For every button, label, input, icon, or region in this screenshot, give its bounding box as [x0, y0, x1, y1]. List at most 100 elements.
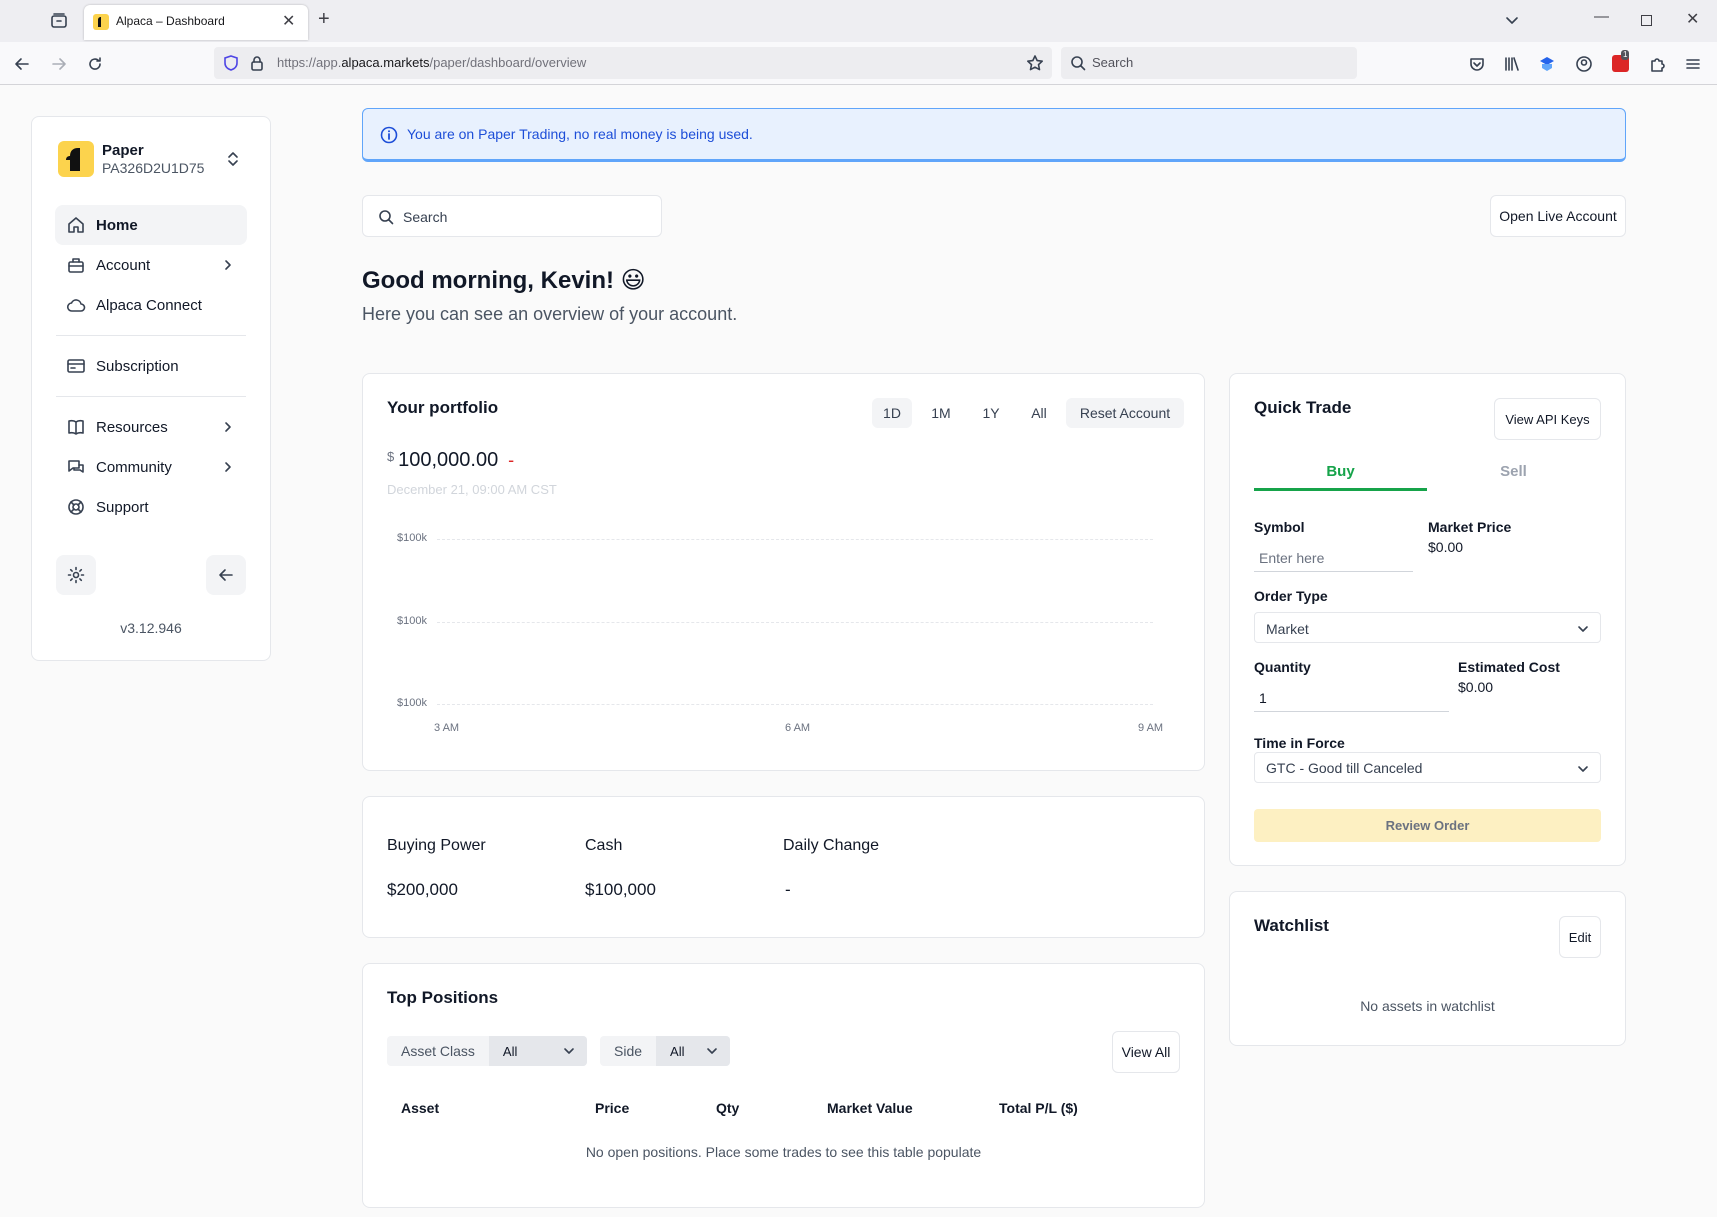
sidebar-item-support[interactable]: Support	[55, 487, 247, 527]
account-icon[interactable]	[1575, 55, 1593, 73]
sidebar-item-home[interactable]: Home	[55, 205, 247, 245]
view-all-button[interactable]: View All	[1112, 1031, 1180, 1073]
briefcase-icon	[68, 258, 84, 273]
watchlist-title: Watchlist	[1254, 916, 1329, 935]
watchlist-empty-message: No assets in watchlist	[1360, 998, 1495, 1014]
edit-watchlist-button[interactable]: Edit	[1559, 916, 1601, 958]
chevron-down-icon	[1578, 626, 1588, 632]
tab-sell-label: Sell	[1500, 463, 1527, 480]
sidebar-item-community[interactable]: Community	[55, 447, 247, 487]
extension-blue-icon[interactable]	[1538, 55, 1556, 73]
back-icon[interactable]	[13, 55, 31, 73]
cash-label: Cash	[585, 837, 623, 854]
sidebar-item-label: Community	[96, 458, 172, 476]
sidebar-item-alpaca-connect[interactable]: Alpaca Connect	[55, 285, 247, 325]
browser-search-placeholder: Search	[1092, 55, 1134, 70]
sidebar-item-account[interactable]: Account	[55, 245, 247, 285]
bookmark-star-icon[interactable]	[1026, 54, 1044, 72]
chart-gridline	[437, 539, 1153, 540]
collapse-sidebar-button[interactable]	[206, 555, 246, 595]
side-select[interactable]: All	[656, 1036, 730, 1066]
sidebar-item-label: Resources	[96, 418, 168, 436]
cash-value: $100,000	[585, 880, 656, 899]
search-icon	[379, 210, 394, 225]
column-header-qty: Qty	[716, 1100, 740, 1116]
settings-button[interactable]	[56, 555, 96, 595]
chevron-right-icon	[225, 260, 231, 270]
x-tick-label: 9 AM	[1138, 722, 1164, 734]
search-input[interactable]: Search	[362, 195, 662, 237]
new-tab-icon[interactable]: +	[318, 8, 330, 31]
sidebar-item-label: Subscription	[96, 357, 179, 375]
symbol-input[interactable]: Enter here	[1254, 542, 1413, 572]
range-1m-button[interactable]: 1M	[916, 398, 966, 428]
library-icon[interactable]	[1503, 55, 1521, 73]
window-close-icon[interactable]: ✕	[1686, 9, 1699, 29]
side-filter[interactable]: Side All	[600, 1036, 730, 1066]
chevron-right-icon	[225, 462, 231, 472]
chart-gridline	[437, 704, 1153, 705]
info-icon	[380, 126, 398, 144]
chart-gridline	[437, 622, 1153, 623]
smiley-emoji-icon: 😃	[620, 267, 646, 294]
y-tick-label: $100k	[397, 697, 427, 709]
alpaca-logo	[58, 141, 94, 177]
lock-icon[interactable]	[250, 55, 264, 71]
range-1d-button[interactable]: 1D	[872, 398, 912, 428]
cloud-icon	[66, 299, 86, 312]
account-switcher-icon[interactable]	[225, 150, 241, 168]
positions-empty-message: No open positions. Place some trades to …	[585, 1144, 982, 1160]
reload-icon[interactable]	[86, 55, 104, 73]
tab-overview-icon[interactable]	[50, 12, 68, 30]
portfolio-change: -	[508, 450, 515, 470]
sidebar-item-subscription[interactable]: Subscription	[55, 346, 247, 386]
maximize-icon[interactable]	[1641, 15, 1652, 26]
portfolio-timestamp: December 21, 09:00 AM CST	[387, 482, 557, 497]
extensions-puzzle-icon[interactable]	[1648, 55, 1666, 73]
tracking-shield-icon[interactable]	[223, 54, 239, 72]
browser-search-bar[interactable]: Search	[1061, 47, 1357, 79]
pocket-icon[interactable]	[1468, 55, 1486, 73]
order-type-value: Market	[1266, 621, 1309, 637]
quantity-value: 1	[1259, 690, 1267, 706]
time-in-force-value: GTC - Good till Canceled	[1266, 760, 1423, 776]
asset-class-filter[interactable]: Asset Class All	[387, 1036, 587, 1066]
daily-change-label: Daily Change	[783, 837, 880, 854]
range-1y-button[interactable]: 1Y	[970, 398, 1012, 428]
tab-buy[interactable]: Buy	[1254, 463, 1427, 491]
sidebar-item-resources[interactable]: Resources	[55, 407, 247, 447]
forward-icon[interactable]	[50, 55, 68, 73]
open-live-account-button[interactable]: Open Live Account	[1490, 195, 1626, 237]
asset-class-select[interactable]: All	[488, 1036, 587, 1066]
chevron-down-icon	[564, 1048, 574, 1054]
range-all-button[interactable]: All	[1016, 398, 1062, 428]
menu-hamburger-icon[interactable]	[1684, 55, 1702, 73]
minimize-icon[interactable]: —	[1594, 8, 1609, 25]
url-bar[interactable]: https://app.alpaca.markets/paper/dashboa…	[214, 47, 1052, 79]
url-text: https://app.alpaca.markets/paper/dashboa…	[277, 55, 587, 70]
browser-tab[interactable]: Alpaca – Dashboard ✕	[84, 5, 308, 40]
view-api-keys-button[interactable]: View API Keys	[1494, 398, 1601, 440]
tab-sell[interactable]: Sell	[1427, 463, 1600, 491]
quantity-input[interactable]: 1	[1254, 682, 1449, 712]
tab-buy-label: Buy	[1326, 463, 1355, 480]
sidebar-item-label: Support	[96, 498, 149, 516]
order-type-select[interactable]: Market	[1254, 612, 1601, 643]
reset-account-button[interactable]: Reset Account	[1066, 398, 1184, 428]
time-in-force-select[interactable]: GTC - Good till Canceled	[1254, 752, 1601, 783]
asset-class-label: Asset Class	[401, 1043, 475, 1059]
greeting-text: Good morning, Kevin!	[362, 267, 614, 294]
balances-card	[362, 796, 1205, 938]
review-order-button[interactable]: Review Order	[1254, 809, 1601, 842]
list-all-tabs-icon[interactable]	[1504, 12, 1520, 28]
gear-icon	[67, 566, 85, 584]
x-tick-label: 3 AM	[434, 722, 460, 734]
side-label: Side	[614, 1043, 643, 1059]
daily-change-value: -	[785, 880, 791, 899]
watchlist-card	[1229, 891, 1626, 1046]
top-positions-title: Top Positions	[387, 988, 499, 1007]
quick-trade-title: Quick Trade	[1254, 398, 1352, 417]
close-tab-icon[interactable]: ✕	[282, 11, 295, 31]
estimated-cost-value: $0.00	[1458, 679, 1494, 695]
greeting-subtitle: Here you can see an overview of your acc…	[362, 304, 738, 324]
